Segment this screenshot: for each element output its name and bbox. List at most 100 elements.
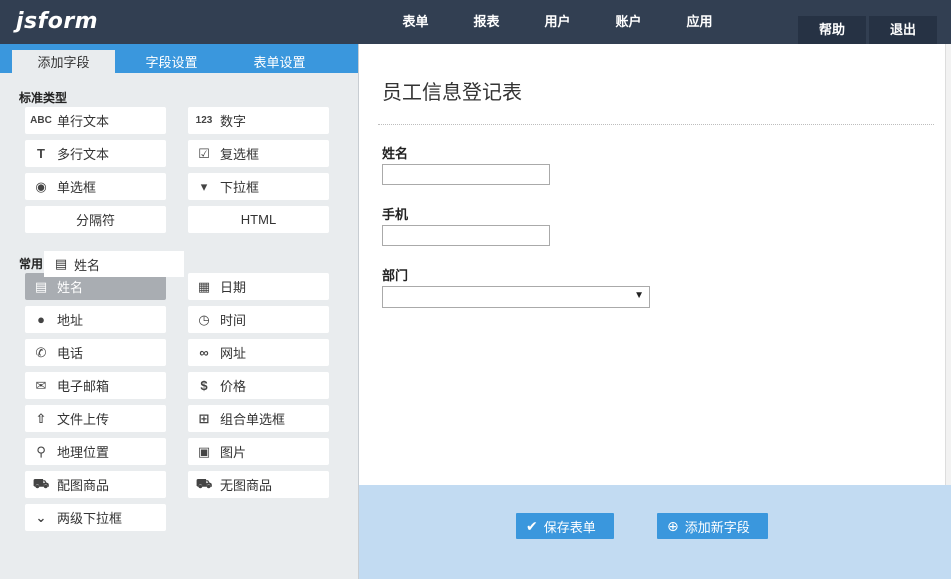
- section-title-standard: 标准类型: [19, 91, 68, 105]
- cart-icon: ⛟: [32, 475, 50, 491]
- field-label: 两级下拉框: [57, 511, 123, 526]
- field-label: 配图商品: [57, 478, 110, 493]
- field-label: 单选框: [57, 180, 97, 195]
- envelope-icon: ✉: [35, 377, 47, 393]
- field-separator[interactable]: 分隔符: [25, 206, 166, 233]
- cart-icon: ⛟: [195, 475, 213, 491]
- form-field-label-name: 姓名: [382, 146, 409, 161]
- save-form-button[interactable]: ✔ 保存表单: [516, 513, 614, 539]
- tab-field-settings[interactable]: 字段设置: [120, 50, 223, 76]
- palette-tabs: 添加字段 字段设置 表单设置: [0, 44, 358, 76]
- nav-item-forms[interactable]: 表单: [380, 0, 451, 44]
- dropdown-icon: ▾: [200, 178, 208, 194]
- add-new-field-label: 添加新字段: [684, 519, 750, 535]
- clock-icon: ◷: [198, 311, 210, 327]
- field-name-dragging[interactable]: ▤ 姓名: [25, 273, 166, 300]
- phone-input[interactable]: [382, 225, 550, 246]
- field-location[interactable]: ⚲ 地理位置: [25, 438, 166, 465]
- field-label: 下拉框: [220, 180, 260, 195]
- radio-icon: ◉: [35, 178, 47, 194]
- top-bar: jsform 表单 报表 用户 账户 应用 帮助 退出: [0, 0, 951, 44]
- price-tag-icon: $: [200, 378, 208, 393]
- field-phone[interactable]: ✆ 电话: [25, 339, 166, 366]
- chevron-down-icon: ▼: [634, 290, 644, 301]
- field-email[interactable]: ✉ 电子邮箱: [25, 372, 166, 399]
- phone-icon: ✆: [35, 344, 47, 360]
- field-label: 组合单选框: [220, 412, 286, 427]
- help-button[interactable]: 帮助: [798, 16, 866, 44]
- field-label: 日期: [220, 280, 247, 295]
- field-label: 复选框: [220, 147, 260, 162]
- field-image[interactable]: ▣ 图片: [188, 438, 329, 465]
- field-label: 电子邮箱: [57, 379, 110, 394]
- field-checkbox[interactable]: ☑ 复选框: [188, 140, 329, 167]
- field-label: 地理位置: [57, 445, 110, 460]
- field-price[interactable]: $ 价格: [188, 372, 329, 399]
- name-card-icon: ▤: [54, 256, 68, 271]
- field-label: 分隔符: [75, 213, 115, 228]
- calendar-icon: ▦: [197, 278, 211, 294]
- field-time[interactable]: ◷ 时间: [188, 306, 329, 333]
- link-icon: ∞: [199, 345, 209, 360]
- field-label: 单行文本: [57, 114, 110, 129]
- field-dropdown[interactable]: ▾ 下拉框: [188, 173, 329, 200]
- field-file-upload[interactable]: ⇧ 文件上传: [25, 405, 166, 432]
- field-url[interactable]: ∞ 网址: [188, 339, 329, 366]
- field-label: 姓名: [57, 280, 84, 295]
- field-multi-line-text[interactable]: T 多行文本: [25, 140, 166, 167]
- field-date[interactable]: ▦ 日期: [188, 273, 329, 300]
- field-product-with-image[interactable]: ⛟ 配图商品: [25, 471, 166, 498]
- field-label: 电话: [57, 346, 84, 361]
- field-label: 时间: [220, 313, 247, 328]
- checkbox-icon: ☑: [198, 145, 210, 161]
- nav-item-account[interactable]: 账户: [593, 0, 664, 44]
- field-number[interactable]: 123 数字: [188, 107, 329, 134]
- upload-icon: ⇧: [35, 410, 47, 426]
- nav-item-reports[interactable]: 报表: [451, 0, 522, 44]
- field-label: 价格: [220, 379, 247, 394]
- save-form-label: 保存表单: [543, 519, 596, 535]
- section-title-common: 常用: [19, 257, 44, 271]
- title-divider: [378, 124, 934, 125]
- image-icon: ▣: [197, 443, 211, 459]
- field-label: 图片: [220, 445, 247, 460]
- form-title[interactable]: 员工信息登记表: [382, 76, 522, 105]
- field-label: HTML: [240, 212, 277, 227]
- app-logo[interactable]: jsform: [16, 9, 98, 34]
- main-nav: 表单 报表 用户 账户 应用: [380, 0, 735, 44]
- plus-circle-icon: ⊕: [667, 517, 679, 534]
- field-cascading-dropdown[interactable]: ⌄ 两级下拉框: [25, 504, 166, 531]
- field-address[interactable]: ● 地址: [25, 306, 166, 333]
- field-label: 地址: [57, 313, 84, 328]
- field-label: 无图商品: [220, 478, 273, 493]
- field-palette: 添加字段 字段设置 表单设置 标准类型 ABC 单行文本 123 数字 T 多行…: [0, 44, 359, 579]
- field-label: 多行文本: [57, 147, 110, 162]
- form-field-label-department: 部门: [382, 268, 409, 283]
- tab-form-settings[interactable]: 表单设置: [228, 50, 331, 76]
- form-actions-bar: ✔ 保存表单 ⊕ 添加新字段: [359, 485, 951, 579]
- nav-item-users[interactable]: 用户: [522, 0, 593, 44]
- field-radio-group[interactable]: ⊞ 组合单选框: [188, 405, 329, 432]
- logout-button[interactable]: 退出: [869, 16, 937, 44]
- nav-item-apps[interactable]: 应用: [664, 0, 735, 44]
- field-label: 数字: [220, 114, 247, 129]
- department-select[interactable]: ▼: [382, 286, 650, 308]
- checkmark-icon: ✔: [526, 517, 538, 534]
- canvas-scrollbar[interactable]: [945, 44, 951, 485]
- number-icon: 123: [195, 115, 213, 126]
- text-icon: T: [37, 146, 45, 161]
- add-new-field-button[interactable]: ⊕ 添加新字段: [657, 513, 768, 539]
- field-single-line-text[interactable]: ABC 单行文本: [25, 107, 166, 134]
- tab-add-field[interactable]: 添加字段: [12, 50, 115, 76]
- name-card-icon: ▤: [34, 278, 48, 294]
- field-product-no-image[interactable]: ⛟ 无图商品: [188, 471, 329, 498]
- field-html[interactable]: HTML: [188, 206, 329, 233]
- form-field-label-phone: 手机: [382, 207, 409, 222]
- globe-icon: ●: [37, 312, 45, 327]
- drag-ghost-name-field[interactable]: ▤ 姓名: [44, 251, 184, 277]
- field-label: 网址: [220, 346, 247, 361]
- map-pin-icon: ⚲: [36, 443, 46, 459]
- field-radio[interactable]: ◉ 单选框: [25, 173, 166, 200]
- name-input[interactable]: [382, 164, 550, 185]
- field-label: 文件上传: [57, 412, 110, 427]
